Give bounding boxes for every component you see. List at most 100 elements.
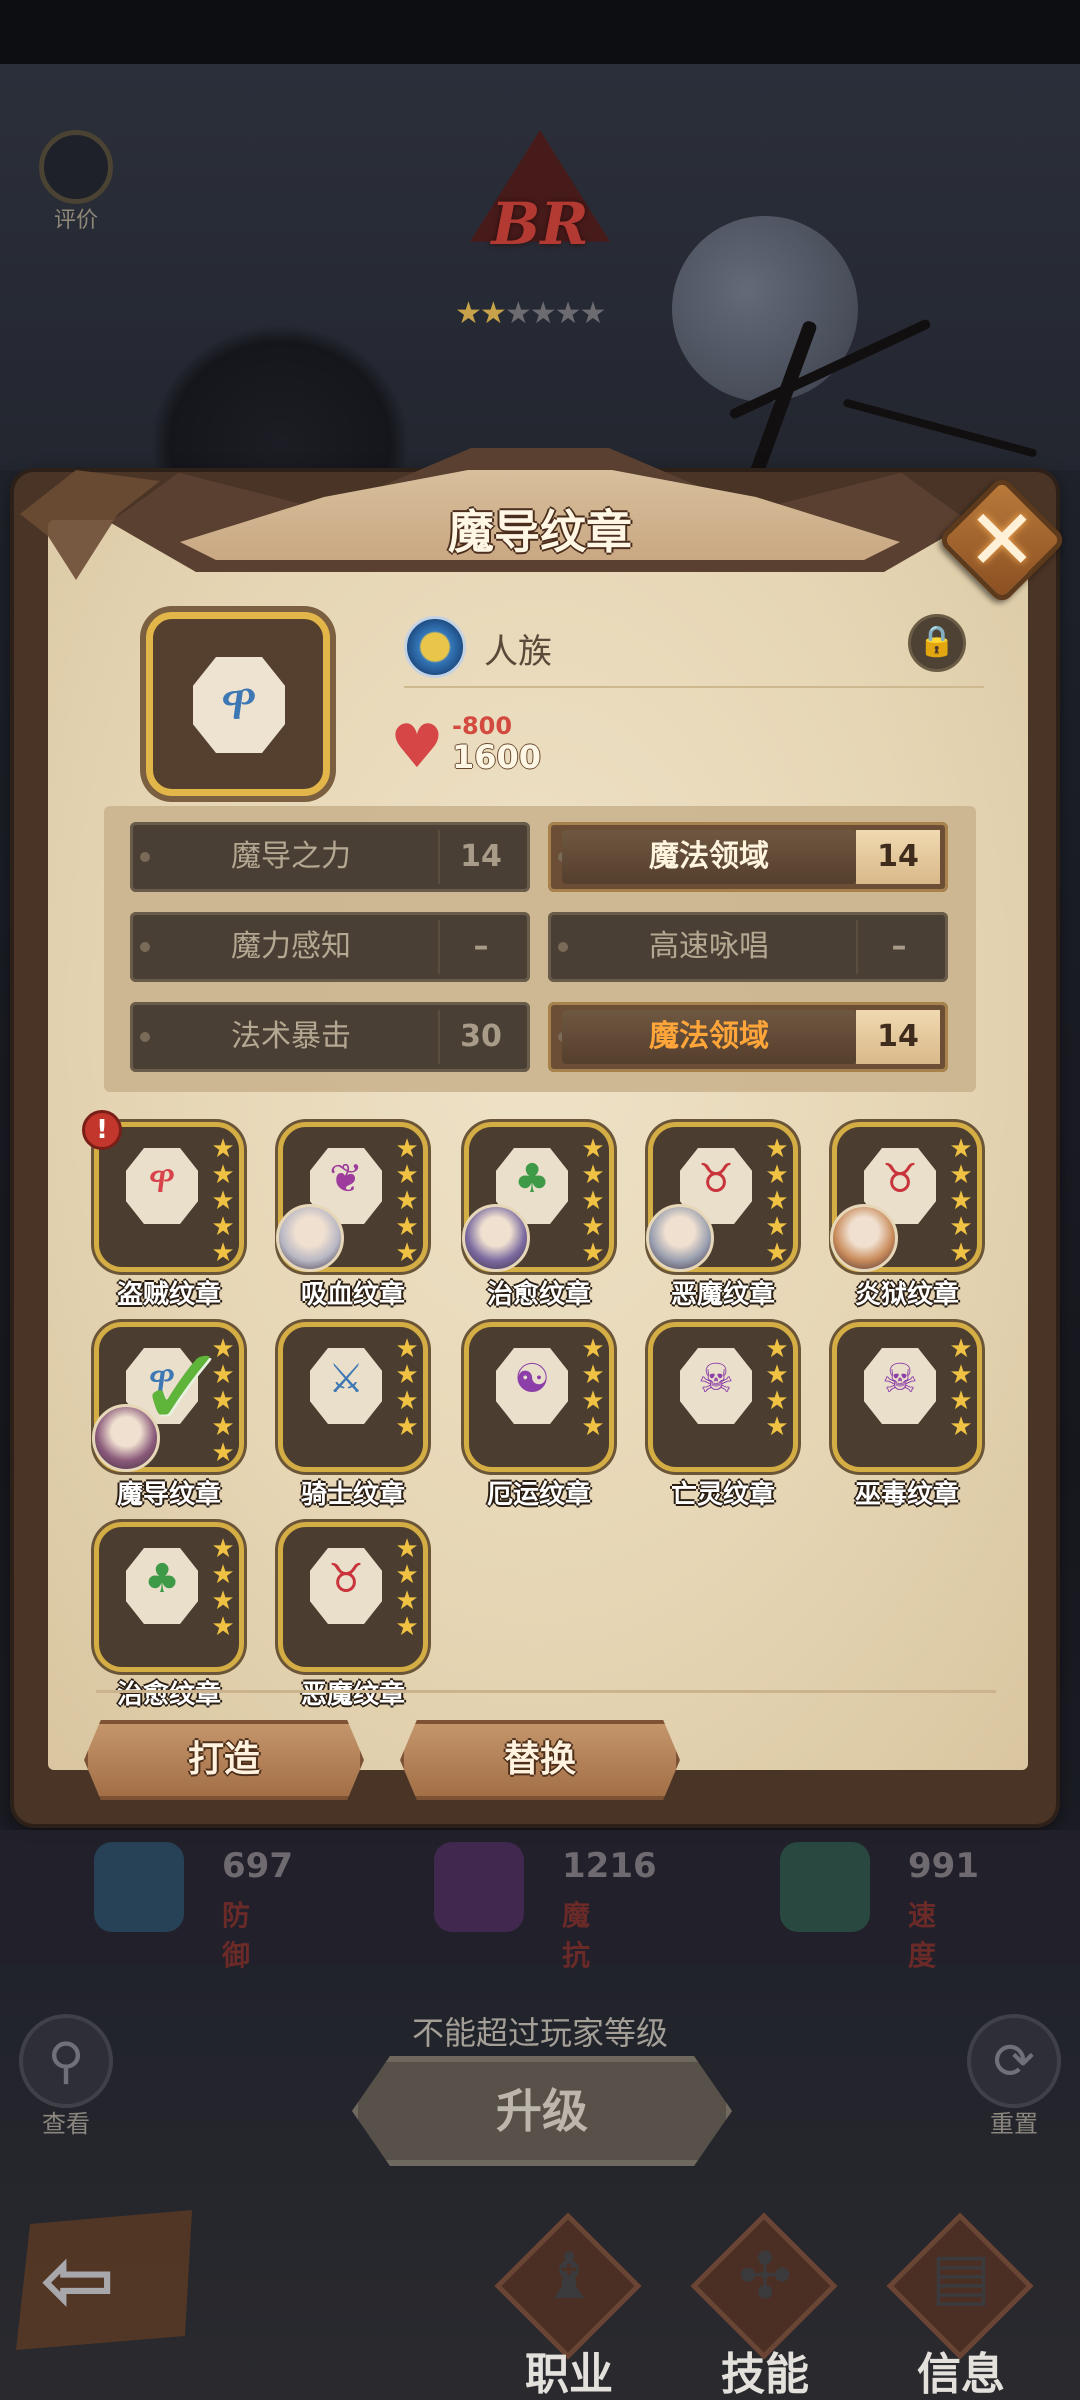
star-rating: ★ ★ ★ ★ — [211, 1534, 235, 1642]
emblem-symbol-icon: ☠ — [882, 1356, 918, 1402]
emblem-card[interactable]: ♉ ★ ★ ★ ★ ★ 恶魔纹章 — [646, 1122, 798, 1322]
star-rating: ★ ★ ★ ★ — [765, 1334, 789, 1442]
star-empty-icon: ★ — [579, 296, 607, 331]
divider — [404, 686, 984, 688]
tree-branch — [842, 398, 1038, 458]
skill-name: 高速咏唱 — [649, 929, 769, 964]
skill-value: 14 — [856, 1010, 940, 1064]
emblem-label: 骑士纹章 — [300, 1480, 405, 1510]
lock-button[interactable]: 🔒 — [908, 614, 966, 672]
star-rating: ★ ★ ★ ★ ★ — [211, 1134, 235, 1268]
emblem-label: 厄运纹章 — [486, 1480, 591, 1510]
star-empty-icon: ★ — [529, 296, 557, 331]
reset-button[interactable]: ⟳ 重置 — [964, 2014, 1064, 2138]
search-icon: ⚲ — [19, 2014, 113, 2108]
emblem-symbol-icon: ♉ — [328, 1556, 364, 1602]
mage-emblem-icon: ዋ — [220, 669, 258, 732]
status-bar — [0, 0, 1080, 64]
emblem-symbol-icon: ♉ — [882, 1156, 918, 1202]
popup-title: 魔导纹章 — [448, 505, 632, 559]
view-button[interactable]: ⚲ 查看 — [16, 2014, 116, 2138]
refresh-icon: ⟳ — [967, 2014, 1061, 2108]
star-empty-icon: ★ — [504, 296, 532, 331]
list-bottom-divider — [96, 1690, 996, 1693]
emblem-card[interactable]: ☠ ★ ★ ★ ★ 巫毒纹章 — [832, 1322, 982, 1522]
skill-row[interactable]: 魔导之力 14 — [130, 822, 530, 892]
emblem-symbol-icon: ዋ — [148, 1156, 176, 1202]
selected-emblem-slot[interactable]: ዋ — [146, 612, 330, 796]
stat-label: 防御 — [222, 1899, 251, 1972]
hero-avatar — [462, 1204, 530, 1272]
emblem-card[interactable]: ⚔ ★ ★ ★ ★ 骑士纹章 — [278, 1322, 428, 1522]
skill-row[interactable]: 魔法领域 14 — [548, 1002, 948, 1072]
tab-skill[interactable]: ✣ 技能 — [690, 2212, 840, 2400]
emblem-label: 吸血纹章 — [300, 1280, 405, 1310]
emblem-label: 魔导纹章 — [116, 1480, 221, 1510]
alert-icon: ! — [82, 1110, 122, 1150]
skill-row[interactable]: 法术暴击 30 — [130, 1002, 530, 1072]
tab-label: 信息 — [917, 2349, 1005, 2400]
crown-race-icon — [404, 616, 466, 678]
replace-button[interactable]: 替换 — [400, 1720, 680, 1800]
star-rating: ★ ★ ★ ★ ★ — [949, 1134, 973, 1268]
emblem-card[interactable]: ♣ ★ ★ ★ ★ ★ 治愈纹章 — [462, 1122, 614, 1322]
skill-value: 30 — [438, 1010, 522, 1064]
emblem-card[interactable]: ☠ ★ ★ ★ ★ 亡灵纹章 — [648, 1322, 798, 1522]
emblem-label: 亡灵纹章 — [670, 1480, 775, 1510]
emblem-label: 盗贼纹章 — [116, 1280, 221, 1310]
skill-name: 魔导之力 — [231, 839, 351, 874]
tab-label: 技能 — [721, 2349, 809, 2400]
skill-value: 14 — [856, 830, 940, 884]
star-rating: ★ ★ ★ ★ — [581, 1334, 605, 1442]
star-rating: ★ ★ ★ ★ — [395, 1334, 419, 1442]
skill-row[interactable]: 高速咏唱 – — [548, 912, 948, 982]
emblem-symbol-icon: ☠ — [698, 1356, 734, 1402]
replace-button-label: 替换 — [503, 1739, 576, 1780]
emblem-card[interactable]: ዋ ★ ★ ★ ★ ★ ✓ 魔导纹章 — [92, 1322, 244, 1522]
tab-class[interactable]: ♝ 职业 — [494, 2212, 644, 2400]
tab-label: 职业 — [525, 2349, 613, 2400]
hero-avatar — [276, 1204, 344, 1272]
star-rating: ★ ★ ★ ★ ★ — [395, 1134, 419, 1268]
rate-label: 评价 — [53, 208, 98, 233]
skill-name: 法术暴击 — [231, 1019, 351, 1054]
hp-value: 1600 — [452, 738, 542, 776]
upgrade-button[interactable]: 升级 — [352, 2056, 732, 2166]
rate-button[interactable]: 评价 — [36, 130, 116, 233]
emblem-card[interactable]: ☯ ★ ★ ★ ★ 厄运纹章 — [464, 1322, 614, 1522]
rate-ring-icon — [39, 130, 113, 204]
tab-info[interactable]: ▤ 信息 — [886, 2212, 1036, 2400]
forge-button[interactable]: 打造 — [84, 1720, 364, 1800]
emblem-label: 巫毒纹章 — [854, 1480, 959, 1510]
rank-text: BR — [491, 190, 589, 258]
info-icon: ▤ — [930, 2240, 992, 2314]
hero-avatar — [646, 1204, 714, 1272]
emblem-card[interactable]: ♉ ★ ★ ★ ★ ★ 炎狱纹章 — [830, 1122, 982, 1322]
skill-row[interactable]: 魔力感知 – — [130, 912, 530, 982]
skill-value: – — [856, 920, 940, 974]
emblem-symbol-icon: ❦ — [329, 1156, 363, 1202]
emblem-card[interactable]: ዋ ★ ★ ★ ★ ★ 盗贼纹章 — [94, 1122, 244, 1322]
emblem-symbol-icon: ☯ — [514, 1356, 550, 1402]
skill-value: – — [438, 920, 522, 974]
skill-value: 14 — [438, 830, 522, 884]
race-name: 人族 — [484, 632, 552, 672]
level-hint: 不能超过玩家等级 — [411, 2014, 668, 2052]
skill-name: 魔法领域 — [562, 830, 856, 884]
stat-value: 991 — [908, 1846, 979, 1886]
star-rating: ★ ★ ★ ★ — [395, 1534, 419, 1642]
reset-label: 重置 — [990, 2110, 1038, 2138]
stat-value: 697 — [222, 1846, 293, 1886]
check-icon: ✓ — [136, 1323, 229, 1451]
star-filled-icon: ★ — [479, 296, 507, 331]
emblem-symbol-icon: ♉ — [698, 1156, 734, 1202]
skill-name: 魔法领域 — [562, 1010, 856, 1064]
stat-label: 速度 — [908, 1899, 937, 1972]
emblem-symbol-icon: ♣ — [514, 1156, 550, 1202]
skill-row[interactable]: 魔法领域 14 — [548, 822, 948, 892]
emblem-label: 炎狱纹章 — [854, 1280, 959, 1310]
star-rating: ★ ★ ★ ★ — [949, 1334, 973, 1442]
close-button[interactable]: ✕ — [936, 474, 1068, 606]
emblem-card[interactable]: ❦ ★ ★ ★ ★ ★ 吸血纹章 — [276, 1122, 428, 1322]
emblem-symbol-icon: ⚔ — [328, 1356, 364, 1402]
